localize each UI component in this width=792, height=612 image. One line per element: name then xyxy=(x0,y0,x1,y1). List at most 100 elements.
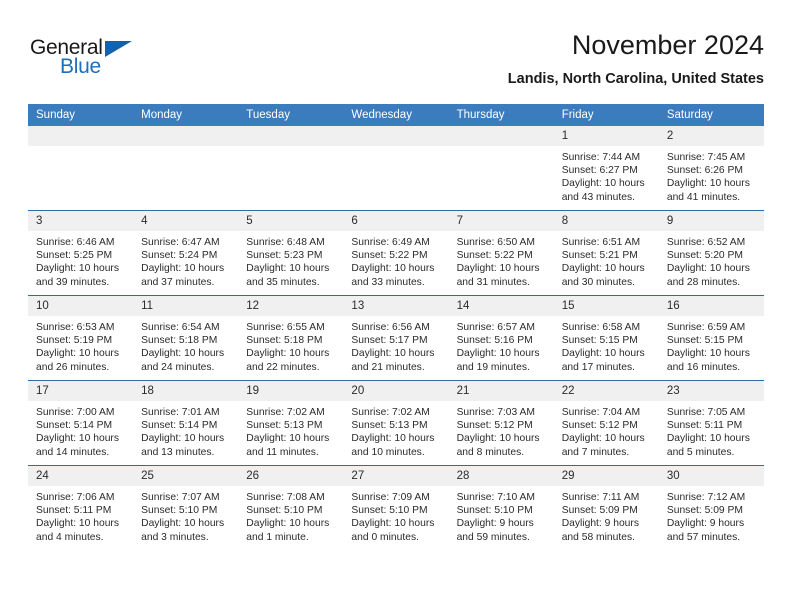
calendar-day-cell[interactable]: 20 Sunrise: 7:02 AM Sunset: 5:13 PM Dayligh… xyxy=(343,380,449,466)
daylight-duration-line1: Daylight: 10 hours xyxy=(36,348,119,360)
calendar-day-cell[interactable]: 2 Sunrise: 7:45 AM Sunset: 6:26 PM Daylight… xyxy=(658,126,764,211)
day-number xyxy=(28,126,134,146)
sunset-time: Sunset: 5:22 PM xyxy=(351,250,428,262)
calendar-day-cell[interactable]: 17 Sunrise: 7:00 AM Sunset: 5:14 PM Dayligh… xyxy=(28,380,134,466)
sunset-time: Sunset: 5:18 PM xyxy=(141,335,218,347)
day-details: Sunrise: 6:55 AM Sunset: 5:18 PM Daylight:… xyxy=(238,316,343,374)
calendar-day-cell[interactable]: 12 Sunrise: 6:55 AM Sunset: 5:18 PM Dayligh… xyxy=(238,295,344,381)
calendar-day-cell[interactable]: 24 Sunrise: 7:06 AM Sunset: 5:11 PM Dayligh… xyxy=(28,465,134,550)
daylight-duration-line2: and 11 minutes. xyxy=(246,446,319,458)
daylight-duration-line2: and 24 minutes. xyxy=(141,361,215,373)
day-details: Sunrise: 7:05 AM Sunset: 5:11 PM Daylight:… xyxy=(659,401,764,459)
sunset-time: Sunset: 5:13 PM xyxy=(351,420,428,432)
daylight-duration-line2: and 5 minutes. xyxy=(666,446,735,458)
calendar-week-row: 10 Sunrise: 6:53 AM Sunset: 5:19 PM Dayligh… xyxy=(28,295,764,381)
calendar-day-cell-empty xyxy=(343,126,449,211)
daylight-duration-line1: Daylight: 10 hours xyxy=(456,263,540,275)
calendar-day-cell[interactable]: 4 Sunrise: 6:47 AM Sunset: 5:24 PM Daylight… xyxy=(133,210,239,296)
daylight-duration-line2: and 8 minutes. xyxy=(456,446,525,458)
daylight-duration-line1: Daylight: 10 hours xyxy=(246,348,330,360)
day-number: 24 xyxy=(28,466,134,486)
calendar-day-cell[interactable]: 10 Sunrise: 6:53 AM Sunset: 5:19 PM Dayligh… xyxy=(28,295,134,381)
sunset-time: Sunset: 5:19 PM xyxy=(36,335,113,347)
daylight-duration-line2: and 41 minutes. xyxy=(666,191,741,203)
calendar-day-cell[interactable]: 19 Sunrise: 7:02 AM Sunset: 5:13 PM Dayligh… xyxy=(238,380,344,466)
sunset-time: Sunset: 5:14 PM xyxy=(36,420,113,432)
daylight-duration-line2: and 7 minutes. xyxy=(561,446,630,458)
daylight-duration-line1: Daylight: 10 hours xyxy=(36,433,119,445)
sunset-time: Sunset: 5:11 PM xyxy=(36,505,112,517)
calendar-day-cell[interactable]: 5 Sunrise: 6:48 AM Sunset: 5:23 PM Daylight… xyxy=(238,210,344,296)
sunrise-time: Sunrise: 6:49 AM xyxy=(351,237,430,248)
day-details: Sunrise: 7:00 AM Sunset: 5:14 PM Daylight:… xyxy=(28,401,133,459)
calendar-day-cell[interactable]: 9 Sunrise: 6:52 AM Sunset: 5:20 PM Daylight… xyxy=(658,210,764,296)
sunrise-sunset-calendar: Sunday Monday Tuesday Wednesday Thursday… xyxy=(28,104,764,550)
calendar-day-cell[interactable]: 28 Sunrise: 7:10 AM Sunset: 5:10 PM Dayligh… xyxy=(448,465,554,550)
day-details: Sunrise: 7:06 AM Sunset: 5:11 PM Daylight:… xyxy=(28,486,133,544)
day-number: 28 xyxy=(448,466,554,486)
calendar-day-cell[interactable]: 25 Sunrise: 7:07 AM Sunset: 5:10 PM Dayligh… xyxy=(133,465,239,550)
calendar-day-cell[interactable]: 3 Sunrise: 6:46 AM Sunset: 5:25 PM Daylight… xyxy=(28,210,134,296)
weekday-header-monday: Monday xyxy=(133,104,239,126)
day-number: 6 xyxy=(343,211,449,231)
sunrise-time: Sunrise: 7:06 AM xyxy=(36,492,115,503)
daylight-duration-line1: Daylight: 9 hours xyxy=(456,518,534,530)
sunrise-time: Sunrise: 7:09 AM xyxy=(351,492,430,503)
calendar-day-cell[interactable]: 26 Sunrise: 7:08 AM Sunset: 5:10 PM Dayligh… xyxy=(238,465,344,550)
logo-triangle-icon xyxy=(105,41,132,57)
calendar-day-cell[interactable]: 11 Sunrise: 6:54 AM Sunset: 5:18 PM Dayligh… xyxy=(133,295,239,381)
sunrise-time: Sunrise: 7:02 AM xyxy=(351,407,430,418)
calendar-day-cell[interactable]: 23 Sunrise: 7:05 AM Sunset: 5:11 PM Dayligh… xyxy=(658,380,764,466)
sunrise-time: Sunrise: 6:47 AM xyxy=(141,237,220,248)
calendar-day-cell[interactable]: 22 Sunrise: 7:04 AM Sunset: 5:12 PM Dayligh… xyxy=(553,380,659,466)
sunrise-time: Sunrise: 6:55 AM xyxy=(246,322,325,333)
sunrise-time: Sunrise: 7:10 AM xyxy=(456,492,535,503)
sunset-time: Sunset: 5:18 PM xyxy=(246,335,323,347)
day-details: Sunrise: 7:08 AM Sunset: 5:10 PM Daylight:… xyxy=(238,486,343,544)
calendar-day-cell[interactable]: 27 Sunrise: 7:09 AM Sunset: 5:10 PM Dayligh… xyxy=(343,465,449,550)
sunset-time: Sunset: 5:10 PM xyxy=(246,505,323,517)
calendar-day-cell[interactable]: 13 Sunrise: 6:56 AM Sunset: 5:17 PM Dayligh… xyxy=(343,295,449,381)
general-blue-logo[interactable]: General Blue xyxy=(30,36,210,84)
calendar-day-cell[interactable]: 6 Sunrise: 6:49 AM Sunset: 5:22 PM Daylight… xyxy=(343,210,449,296)
daylight-duration-line1: Daylight: 10 hours xyxy=(561,433,645,445)
sunset-time: Sunset: 6:26 PM xyxy=(666,165,743,177)
calendar-day-cell[interactable]: 18 Sunrise: 7:01 AM Sunset: 5:14 PM Dayligh… xyxy=(133,380,239,466)
sunrise-time: Sunrise: 6:59 AM xyxy=(666,322,746,333)
calendar-day-cell[interactable]: 29 Sunrise: 7:11 AM Sunset: 5:09 PM Dayligh… xyxy=(553,465,659,550)
calendar-day-cell[interactable]: 21 Sunrise: 7:03 AM Sunset: 5:12 PM Dayligh… xyxy=(448,380,554,466)
sunset-time: Sunset: 5:15 PM xyxy=(561,335,638,347)
sunset-time: Sunset: 5:12 PM xyxy=(561,420,638,432)
daylight-duration-line1: Daylight: 10 hours xyxy=(351,263,435,275)
day-number: 23 xyxy=(658,381,764,401)
day-number: 12 xyxy=(238,296,344,316)
sunset-time: Sunset: 5:13 PM xyxy=(246,420,323,432)
day-number: 3 xyxy=(28,211,134,231)
daylight-duration-line2: and 39 minutes. xyxy=(36,276,110,288)
calendar-day-cell[interactable]: 15 Sunrise: 6:58 AM Sunset: 5:15 PM Dayligh… xyxy=(553,295,659,381)
sunrise-time: Sunrise: 6:52 AM xyxy=(666,237,746,248)
calendar-day-cell[interactable]: 8 Sunrise: 6:51 AM Sunset: 5:21 PM Daylight… xyxy=(553,210,659,296)
day-number: 25 xyxy=(133,466,239,486)
daylight-duration-line2: and 4 minutes. xyxy=(36,531,104,543)
day-details: Sunrise: 6:53 AM Sunset: 5:19 PM Daylight:… xyxy=(28,316,133,374)
sunrise-time: Sunrise: 7:08 AM xyxy=(246,492,325,503)
daylight-duration-line1: Daylight: 10 hours xyxy=(246,518,330,530)
calendar-day-cell[interactable]: 14 Sunrise: 6:57 AM Sunset: 5:16 PM Dayligh… xyxy=(448,295,554,381)
daylight-duration-line1: Daylight: 10 hours xyxy=(351,518,435,530)
day-details: Sunrise: 7:10 AM Sunset: 5:10 PM Daylight:… xyxy=(449,486,554,544)
page-title: November 2024 xyxy=(571,30,764,60)
sunset-time: Sunset: 5:16 PM xyxy=(456,335,533,347)
daylight-duration-line2: and 26 minutes. xyxy=(36,361,110,373)
sunrise-time: Sunrise: 7:45 AM xyxy=(666,152,746,163)
day-details: Sunrise: 7:01 AM Sunset: 5:14 PM Daylight:… xyxy=(133,401,238,459)
daylight-duration-line1: Daylight: 10 hours xyxy=(351,348,435,360)
calendar-day-cell[interactable]: 1 Sunrise: 7:44 AM Sunset: 6:27 PM Daylight… xyxy=(553,126,659,211)
calendar-day-cell[interactable]: 7 Sunrise: 6:50 AM Sunset: 5:22 PM Daylight… xyxy=(448,210,554,296)
calendar-day-cell[interactable]: 30 Sunrise: 7:12 AM Sunset: 5:09 PM Dayligh… xyxy=(658,465,764,550)
calendar-day-cell[interactable]: 16 Sunrise: 6:59 AM Sunset: 5:15 PM Dayligh… xyxy=(658,295,764,381)
day-number: 7 xyxy=(448,211,554,231)
daylight-duration-line2: and 37 minutes. xyxy=(141,276,215,288)
calendar-day-cell-empty xyxy=(133,126,239,211)
daylight-duration-line2: and 28 minutes. xyxy=(666,276,741,288)
